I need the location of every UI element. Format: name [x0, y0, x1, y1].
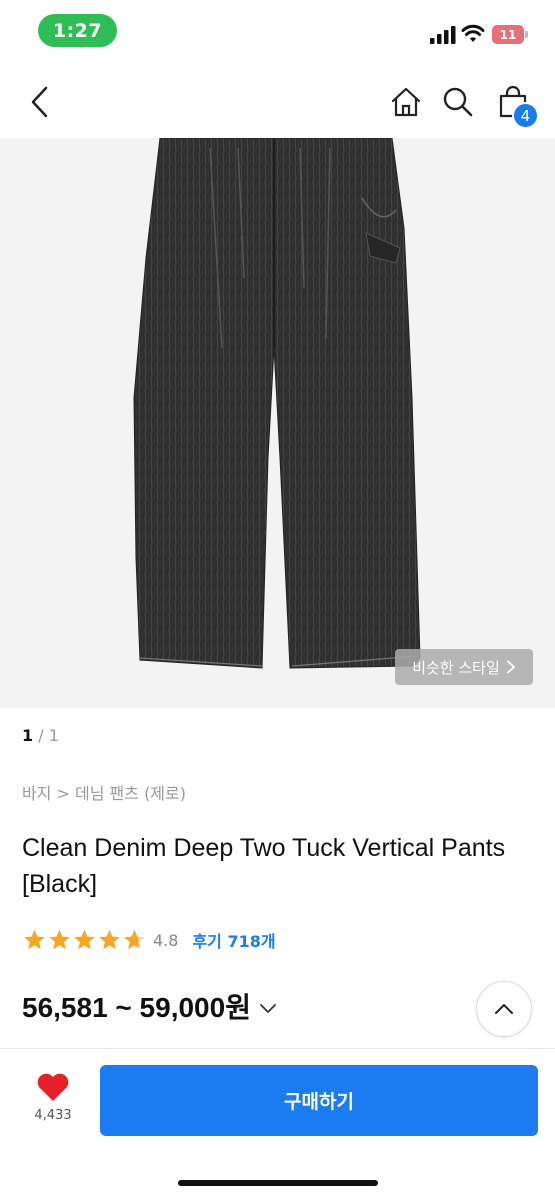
image-pager: 1 / 1	[22, 726, 59, 745]
nav-bar	[0, 62, 555, 138]
search-icon	[443, 87, 473, 117]
like-button[interactable]: 4,433	[24, 1072, 82, 1132]
heart-icon	[37, 1073, 69, 1101]
scroll-to-top-button[interactable]	[476, 981, 532, 1037]
rating-row: 4.8 후기 718개	[22, 928, 276, 952]
battery-cap	[525, 31, 528, 38]
battery-level: 11	[499, 27, 517, 42]
star-icon	[24, 929, 45, 950]
status-bar: 1:27 11	[0, 0, 555, 62]
back-button[interactable]	[20, 80, 60, 124]
denim-pants-image	[133, 138, 421, 669]
breadcrumb[interactable]: 바지 > 데님 팬츠 (제로)	[22, 780, 186, 804]
chevron-up-icon	[495, 1003, 513, 1014]
cellular-signal-icon	[430, 26, 456, 44]
status-time: 1:27	[38, 14, 117, 47]
search-button[interactable]	[438, 82, 478, 122]
divider	[0, 1048, 555, 1049]
back-icon	[31, 86, 48, 118]
star-icon	[49, 929, 70, 950]
product-image[interactable]	[0, 138, 555, 708]
home-icon	[391, 87, 421, 117]
star-icon	[99, 929, 120, 950]
like-count: 4,433	[34, 1108, 72, 1123]
product-title: Clean Denim Deep Two Tuck Vertical Pants…	[22, 834, 506, 898]
pager-total: / 1	[38, 726, 59, 745]
buy-button[interactable]: 구매하기	[100, 1065, 538, 1136]
price-range: 56,581 ~ 59,000원	[22, 992, 251, 1023]
star-half-icon	[124, 929, 145, 950]
chevron-down-icon	[260, 1004, 276, 1014]
cart-count-badge: 4	[512, 102, 539, 129]
battery-indicator: 11	[492, 25, 528, 44]
similar-style-label: 비슷한 스타일	[412, 658, 500, 677]
review-count-link[interactable]: 후기 718개	[192, 928, 275, 952]
pager-current: 1	[22, 726, 34, 745]
rating-value: 4.8	[153, 930, 179, 950]
home-indicator	[178, 1180, 378, 1186]
chevron-right-icon	[506, 660, 516, 674]
price-row[interactable]: 56,581 ~ 59,000원	[22, 985, 277, 1027]
similar-style-button[interactable]: 비슷한 스타일	[395, 649, 533, 685]
star-rating	[22, 928, 147, 952]
wifi-icon	[461, 24, 485, 42]
home-button[interactable]	[386, 82, 426, 122]
star-icon	[74, 929, 95, 950]
